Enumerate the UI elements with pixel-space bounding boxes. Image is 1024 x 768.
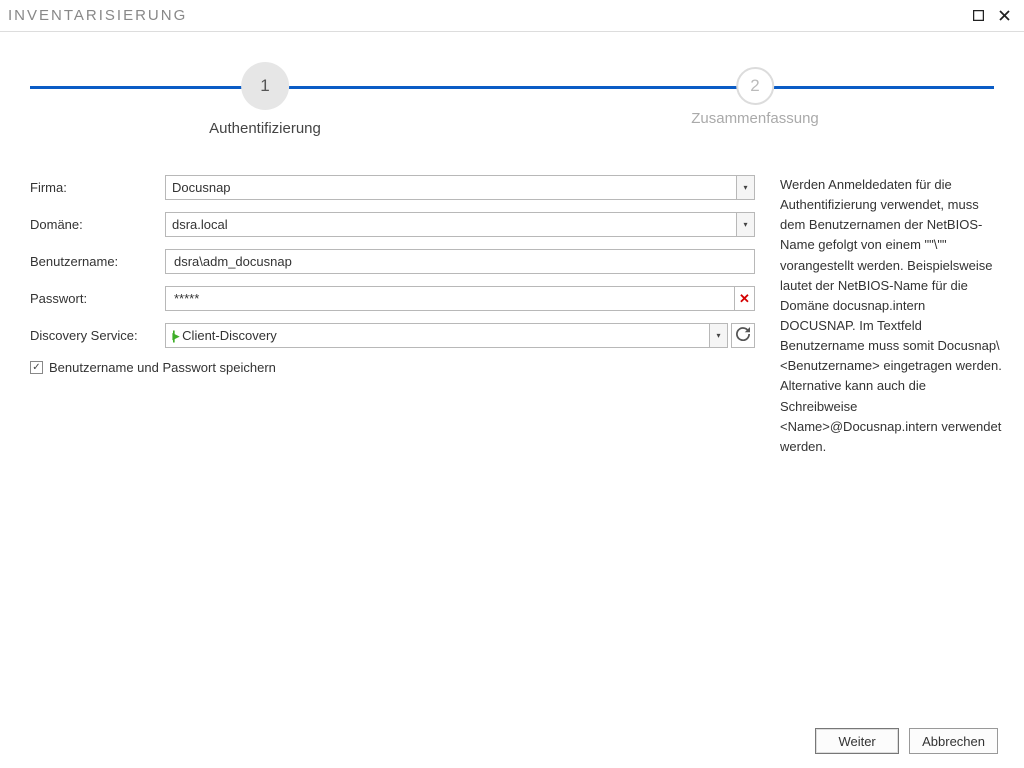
password-input[interactable]: [172, 290, 732, 307]
window-title: INVENTARISIERUNG: [8, 7, 964, 24]
wizard-step-1-number: 1: [260, 76, 269, 96]
company-combo[interactable]: Docusnap ▾: [165, 175, 755, 200]
content-area: Firma: Docusnap ▾ Domäne: dsra.local ▾ B…: [30, 175, 1004, 708]
next-button-label: Weiter: [838, 734, 875, 749]
wizard-stepper: 1 Authentifizierung 2 Zusammenfassung: [0, 52, 1024, 172]
chevron-down-icon: ▾: [736, 176, 754, 199]
help-text: Werden Anmeldedaten für die Authentifizi…: [780, 177, 1002, 454]
row-username: Benutzername:: [30, 249, 755, 274]
refresh-icon: [736, 327, 750, 344]
password-label: Passwort:: [30, 291, 165, 306]
row-discovery: Discovery Service: |▸ Client-Discovery ▾: [30, 323, 755, 348]
close-icon: [999, 8, 1010, 24]
maximize-icon: [973, 8, 984, 24]
wizard-step-summary[interactable]: 2 Zusammenfassung: [691, 52, 819, 127]
play-icon: |▸: [172, 328, 176, 344]
row-company: Firma: Docusnap ▾: [30, 175, 755, 200]
company-value: Docusnap: [172, 180, 231, 195]
discovery-combo[interactable]: |▸ Client-Discovery ▾: [165, 323, 728, 348]
row-save-credentials: ✓ Benutzername und Passwort speichern: [30, 360, 755, 375]
save-credentials-label: Benutzername und Passwort speichern: [49, 360, 276, 375]
wizard-step-2-circle: 2: [736, 67, 774, 105]
wizard-step-auth[interactable]: 1 Authentifizierung: [209, 52, 321, 137]
password-clear-button[interactable]: ✕: [734, 287, 754, 310]
maximize-button[interactable]: [966, 4, 990, 28]
chevron-down-icon: ▾: [736, 213, 754, 236]
username-label: Benutzername:: [30, 254, 165, 269]
discovery-refresh-button[interactable]: [731, 323, 755, 348]
username-input[interactable]: [172, 253, 748, 270]
cancel-button-label: Abbrechen: [922, 734, 985, 749]
domain-value: dsra.local: [172, 217, 228, 232]
footer: Weiter Abbrechen: [815, 728, 998, 754]
form-column: Firma: Docusnap ▾ Domäne: dsra.local ▾ B…: [30, 175, 755, 708]
wizard-step-1-circle: 1: [241, 62, 289, 110]
discovery-label: Discovery Service:: [30, 328, 165, 343]
password-input-wrap: ✕: [165, 286, 755, 311]
help-panel: Werden Anmeldedaten für die Authentifizi…: [755, 175, 1004, 708]
wizard-step-1-label: Authentifizierung: [209, 120, 321, 137]
clear-x-icon: ✕: [739, 291, 750, 307]
cancel-button[interactable]: Abbrechen: [909, 728, 998, 754]
company-label: Firma:: [30, 180, 165, 195]
domain-label: Domäne:: [30, 217, 165, 232]
close-button[interactable]: [992, 4, 1016, 28]
wizard-step-2-label: Zusammenfassung: [691, 110, 819, 127]
username-input-wrap: [165, 249, 755, 274]
discovery-value: Client-Discovery: [182, 328, 277, 343]
chevron-down-icon: ▾: [709, 324, 727, 347]
row-domain: Domäne: dsra.local ▾: [30, 212, 755, 237]
domain-combo[interactable]: dsra.local ▾: [165, 212, 755, 237]
wizard-progress-line: [30, 86, 994, 89]
check-icon: ✓: [32, 362, 40, 373]
wizard-step-2-number: 2: [750, 76, 759, 96]
title-bar: INVENTARISIERUNG: [0, 0, 1024, 32]
save-credentials-checkbox[interactable]: ✓: [30, 361, 43, 374]
row-password: Passwort: ✕: [30, 286, 755, 311]
next-button[interactable]: Weiter: [815, 728, 899, 754]
